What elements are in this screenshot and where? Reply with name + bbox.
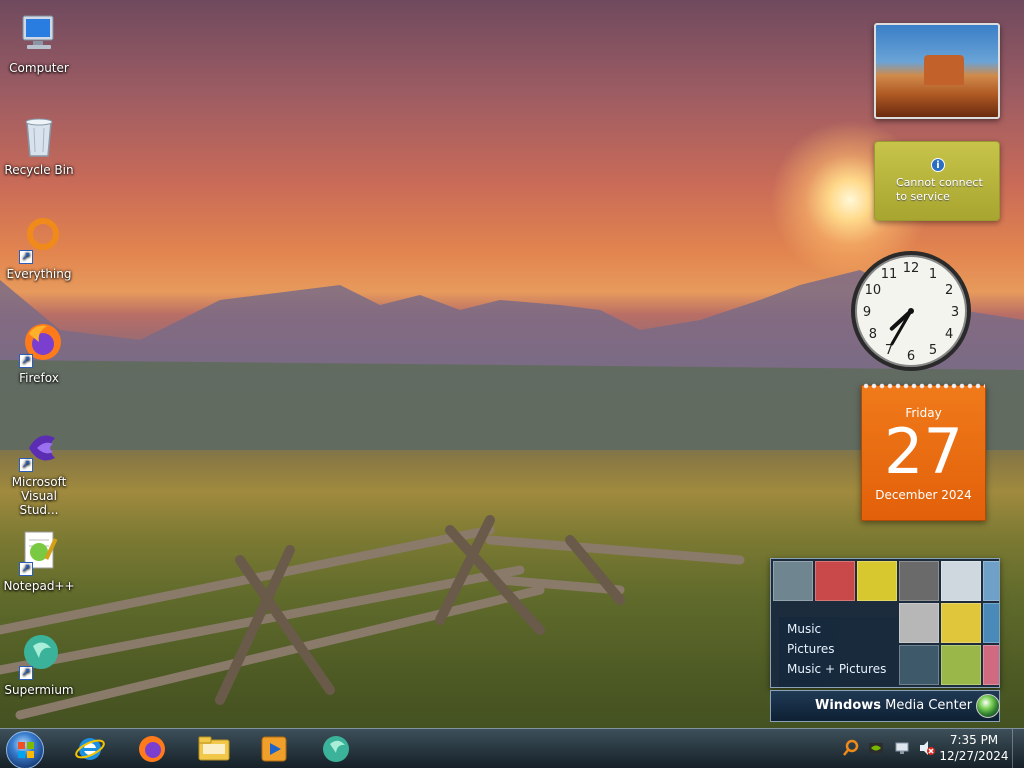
file-explorer-icon	[198, 736, 230, 761]
clock-numeral: 10	[865, 283, 882, 298]
clock-numeral: 6	[907, 349, 915, 364]
info-icon: i	[931, 158, 945, 172]
shortcut-arrow-icon: ↗	[19, 666, 33, 680]
clock-numeral: 5	[929, 343, 937, 358]
notepad-plus-plus-icon: ↗	[15, 528, 63, 576]
everything-search-icon[interactable]	[842, 739, 860, 757]
media-tile	[983, 645, 999, 685]
shortcut-arrow-icon: ↗	[19, 458, 33, 472]
desktop-icon-notepad-plus-plus[interactable]: ↗ Notepad++	[2, 528, 76, 593]
supermium-icon: ↗	[15, 632, 63, 680]
taskbar-firefox[interactable]	[130, 731, 174, 767]
shortcut-arrow-icon: ↗	[19, 562, 33, 576]
media-player-icon	[261, 736, 287, 762]
media-tile	[983, 603, 999, 643]
media-tile	[773, 561, 813, 601]
calendar-day: 27	[884, 415, 963, 488]
clock-numeral: 2	[945, 283, 953, 298]
clock-numeral: 11	[881, 267, 898, 282]
media-tile	[941, 561, 981, 601]
windows-orb-icon	[976, 694, 1000, 718]
clock-numeral: 9	[863, 305, 871, 320]
taskbar-date: 12/27/2024	[939, 749, 1009, 763]
everything-search-icon: ↗	[15, 216, 63, 264]
firefox-icon: ↗	[15, 320, 63, 368]
start-button[interactable]	[6, 731, 44, 768]
desktop-icon-label: Firefox	[19, 371, 59, 385]
show-desktop-button[interactable]	[1012, 729, 1024, 768]
nvidia-icon[interactable]	[868, 741, 884, 755]
wallpaper-fence	[0, 515, 745, 720]
media-tile	[941, 645, 981, 685]
desktop-icon-computer[interactable]: Computer	[2, 10, 76, 75]
taskbar-time: 7:35 PM	[949, 733, 999, 747]
taskbar-clock[interactable]: 7:35 PM 12/27/2024	[938, 732, 1010, 764]
supermium-icon	[323, 736, 349, 762]
desktop-icon-visual-studio[interactable]: ↗ Microsoft Visual Stud...	[2, 424, 76, 517]
desktop-icon-label: Supermium	[4, 683, 74, 697]
media-tile	[983, 561, 999, 601]
network-icon[interactable]	[894, 740, 910, 756]
desktop-icon-label: Recycle Bin	[4, 163, 74, 177]
firefox-icon	[139, 736, 165, 762]
taskbar-media-player[interactable]	[252, 731, 296, 767]
clock-numeral: 12	[903, 261, 920, 276]
computer-icon	[15, 10, 63, 58]
internet-explorer-icon	[75, 738, 105, 760]
weather-message: Cannot connect to service	[896, 176, 983, 203]
media-tile	[815, 561, 855, 601]
media-item-music[interactable]: Music	[787, 619, 899, 639]
clock-numeral: 4	[945, 327, 953, 342]
shortcut-arrow-icon: ↗	[19, 354, 33, 368]
media-center-gadget[interactable]: Music Pictures Music + Pictures	[770, 558, 1000, 688]
desktop-icon-everything[interactable]: ↗ Everything	[2, 216, 76, 281]
clock-numeral: 8	[869, 327, 877, 342]
media-tile	[899, 561, 939, 601]
desktop-icon-label: Microsoft Visual Stud...	[11, 475, 67, 517]
calendar-gadget[interactable]: Friday 27 December 2024	[861, 382, 986, 521]
slideshow-gadget[interactable]	[874, 23, 1000, 119]
system-tray	[842, 736, 936, 760]
desktop-icon-label: Everything	[6, 267, 72, 281]
desktop-icon-firefox[interactable]: ↗ Firefox	[2, 320, 76, 385]
desktop-icon-recycle-bin[interactable]: Recycle Bin	[2, 112, 76, 177]
media-center-menu: Music Pictures Music + Pictures	[779, 617, 899, 687]
media-tile	[857, 561, 897, 601]
taskbar-supermium[interactable]	[314, 731, 358, 767]
media-tile	[941, 603, 981, 643]
media-item-music-pictures[interactable]: Music + Pictures	[787, 659, 899, 679]
media-center-title-rest: Media Center	[881, 698, 973, 713]
clock-numeral: 3	[951, 305, 959, 320]
media-center-title-bold: Windows	[815, 698, 882, 713]
calendar-rings	[862, 382, 985, 390]
media-tile	[899, 603, 939, 643]
desktop-icon-supermium[interactable]: ↗ Supermium	[2, 632, 76, 697]
clock-gadget[interactable]: 1 2 3 4 5 6 7 8 9 10 11 12	[848, 248, 974, 374]
media-tile	[899, 645, 939, 685]
clock-face: 1234567891011 12	[851, 251, 971, 371]
volume-muted-icon[interactable]	[918, 740, 936, 756]
calendar-month-year: December 2024	[875, 488, 972, 502]
taskbar-file-explorer[interactable]	[192, 731, 236, 767]
slideshow-photo	[924, 55, 964, 85]
shortcut-arrow-icon: ↗	[19, 250, 33, 264]
desktop-icon-label: Notepad++	[3, 579, 75, 593]
windows-flag-icon	[18, 742, 34, 758]
media-center-title-bar[interactable]: Windows Media Center	[770, 690, 1000, 722]
desktop-icon-label: Computer	[9, 61, 69, 75]
clock-numeral: 1	[929, 267, 937, 282]
media-item-pictures[interactable]: Pictures	[787, 639, 899, 659]
recycle-bin-icon	[15, 112, 63, 160]
visual-studio-icon: ↗	[15, 424, 63, 472]
taskbar-internet-explorer[interactable]	[68, 731, 112, 767]
weather-gadget[interactable]: i Cannot connect to service	[874, 141, 1000, 221]
